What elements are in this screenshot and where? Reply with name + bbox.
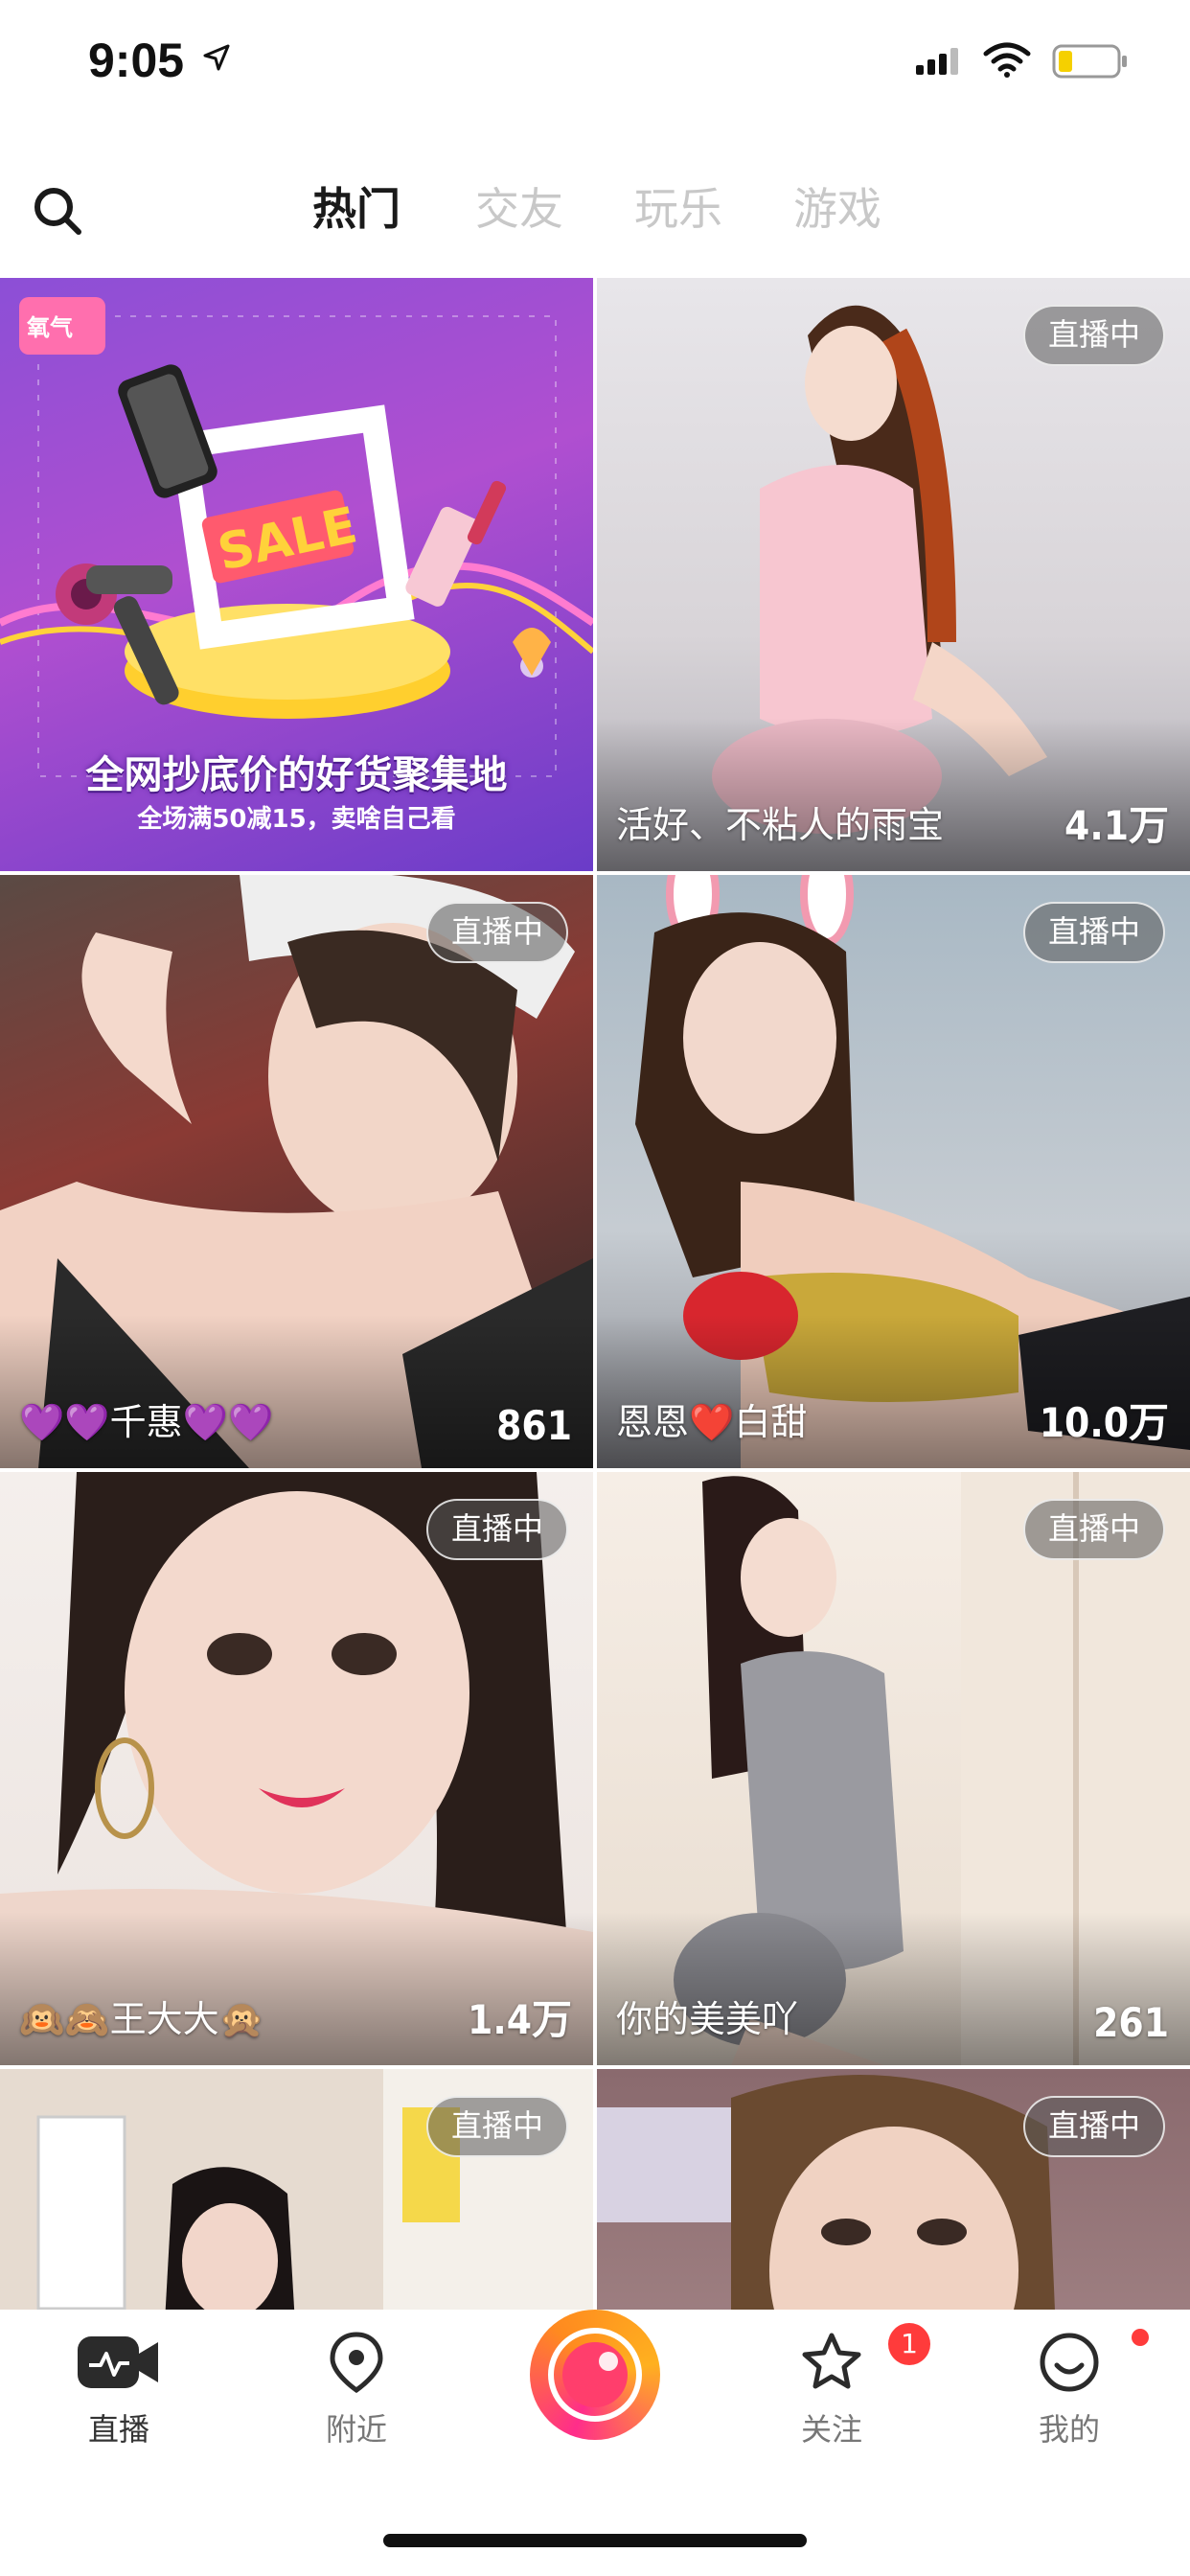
streamer-name: 你的美美吖 <box>616 1998 799 2040</box>
tab-hot[interactable]: 热门 <box>312 174 400 238</box>
tab-live-label: 直播 <box>87 2411 149 2448</box>
live-badge: 直播中 <box>426 1499 568 1560</box>
svg-text:氧气: 氧气 <box>27 314 73 341</box>
stream-tile[interactable]: 直播中 💜💜千惠💜💜 861 <box>0 875 593 1468</box>
stream-tile[interactable]: 直播中 活好、不粘人的雨宝 4.1万 <box>597 278 1190 871</box>
viewer-count: 4.1万 <box>1064 802 1169 849</box>
viewer-count: 261 <box>1093 1999 1169 2046</box>
smiley-icon <box>1040 2333 1099 2392</box>
cellular-signal-icon <box>916 48 958 75</box>
tab-following[interactable]: 1 关注 <box>755 2323 930 2450</box>
streamer-name: 恩恩❤️白甜 <box>616 1401 808 1443</box>
tab-nearby[interactable]: 附近 <box>280 2331 433 2450</box>
svg-text:SALE: SALE <box>213 496 362 582</box>
notification-dot <box>1132 2329 1149 2346</box>
tab-fun[interactable]: 玩乐 <box>634 174 722 238</box>
live-badge: 直播中 <box>1023 2096 1165 2157</box>
ad-banner[interactable]: SALE 氧气 全网抄底价的好货聚集地 全场满50减15，卖啥自己看 <box>0 278 593 871</box>
home-indicator[interactable] <box>383 2534 807 2547</box>
ad-subtitle: 全场满50减15，卖啥自己看 <box>137 805 456 834</box>
tab-nearby-label: 附近 <box>325 2411 387 2448</box>
record-icon <box>548 2328 642 2422</box>
live-stream-grid: SALE 氧气 全网抄底价的好货聚集地 全场满50减15，卖啥自己看 直播中 活… <box>0 278 1190 2310</box>
live-badge: 直播中 <box>426 902 568 963</box>
live-camera-icon <box>78 2336 158 2388</box>
wifi-icon <box>983 42 1031 78</box>
viewer-count: 861 <box>496 1402 572 1449</box>
tab-friends[interactable]: 交友 <box>475 174 563 238</box>
tab-games[interactable]: 游戏 <box>793 174 881 238</box>
live-badge: 直播中 <box>1023 1499 1165 1560</box>
live-badge: 直播中 <box>1023 902 1165 963</box>
star-icon <box>802 2333 861 2389</box>
live-badge: 直播中 <box>426 2096 568 2157</box>
tab-live[interactable]: 直播 <box>42 2331 195 2450</box>
record-button[interactable] <box>530 2310 660 2440</box>
streamer-name: 活好、不粘人的雨宝 <box>616 804 945 846</box>
location-pin-icon <box>330 2332 383 2394</box>
stream-tile[interactable]: 直播中 <box>0 2069 593 2310</box>
location-arrow-icon <box>203 44 230 71</box>
search-icon[interactable] <box>33 186 82 236</box>
status-time: 9:05 <box>88 34 185 87</box>
tab-me[interactable]: 我的 <box>993 2329 1149 2450</box>
stream-tile[interactable]: 直播中 恩恩❤️白甜 10.0万 <box>597 875 1190 1468</box>
status-bar: 9:05 <box>0 0 1190 125</box>
viewer-count: 1.4万 <box>468 1996 572 2043</box>
stream-tile[interactable]: 直播中 🙉🙈王大大🙊 1.4万 <box>0 1472 593 2065</box>
stream-tile[interactable]: 直播中 你的美美吖 261 <box>597 1472 1190 2065</box>
stream-tile[interactable]: 直播中 <box>597 2069 1190 2310</box>
battery-icon <box>1052 44 1127 79</box>
streamer-name: 💜💜千惠💜💜 <box>19 1401 274 1443</box>
top-navigation: 热门 交友 玩乐 游戏 <box>0 163 1190 278</box>
live-badge: 直播中 <box>1023 305 1165 366</box>
tab-following-label: 关注 <box>800 2411 862 2448</box>
streamer-name: 🙉🙈王大大🙊 <box>19 1998 264 2040</box>
viewer-count: 10.0万 <box>1039 1399 1169 1446</box>
tab-me-label: 我的 <box>1038 2411 1100 2448</box>
notification-badge: 1 <box>888 2323 930 2365</box>
ad-title: 全网抄底价的好货聚集地 <box>85 753 508 797</box>
